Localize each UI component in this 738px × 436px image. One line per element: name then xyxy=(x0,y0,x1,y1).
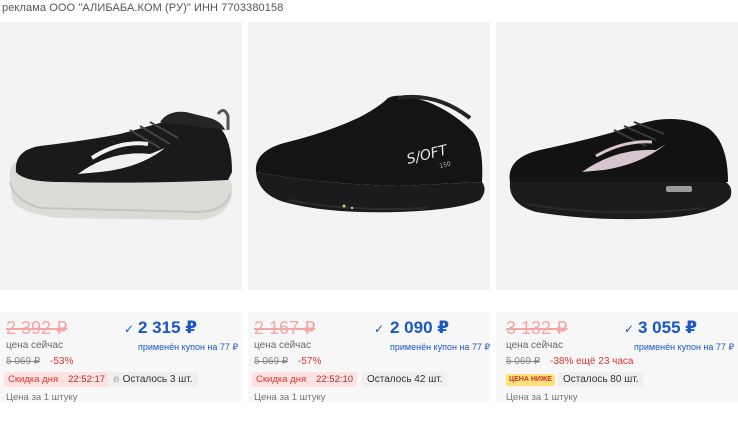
product-card-2[interactable]: S/OFT 150 2 167 ₽ цена сейчас 5 069 ₽ -5… xyxy=(248,22,491,403)
sneaker-image xyxy=(9,109,233,220)
old-price: 2 167 ₽ xyxy=(254,318,316,338)
stock-text: Осталось 42 шт. xyxy=(367,374,443,385)
current-price: 2 315 ₽ xyxy=(138,318,198,337)
per-unit-label: Цена за 1 штуку xyxy=(506,392,578,403)
product-card-3[interactable]: 3 132 ₽ цена сейчас 5 069 ₽ -38% ещё 23 … xyxy=(496,22,738,403)
lower-price-badge: ЦЕНА НИЖЕ xyxy=(506,374,555,386)
base-price: 5 069 ₽ xyxy=(506,356,541,367)
old-price: 2 392 ₽ xyxy=(6,318,68,338)
stock-badge: Осталось 80 шт. xyxy=(558,372,644,387)
product-info-3: 3 132 ₽ цена сейчас 5 069 ₽ -38% ещё 23 … xyxy=(496,312,738,403)
stock-badge: 🔥︎ Осталось 3 шт. xyxy=(108,372,198,387)
check-icon: ✓ xyxy=(374,322,385,336)
current-price: 3 055 ₽ xyxy=(638,318,698,337)
base-price: 5 069 ₽ xyxy=(6,356,41,367)
stock-text: Осталось 80 шт. xyxy=(563,374,639,385)
current-price-label: цена сейчас xyxy=(254,340,311,351)
current-price-label: цена сейчас xyxy=(506,340,563,351)
base-price: 5 069 ₽ xyxy=(254,356,289,367)
deal-label: Скидка дня xyxy=(8,374,59,385)
product-image-2[interactable]: S/OFT 150 xyxy=(248,22,490,290)
coupon-applied: применён купон на 77 ₽ xyxy=(138,342,239,352)
product-info-2: 2 167 ₽ цена сейчас 5 069 ₽ -57% Скидка … xyxy=(248,312,491,403)
check-icon: ✓ xyxy=(124,322,135,336)
check-icon: ✓ xyxy=(624,322,635,336)
product-image-1[interactable] xyxy=(0,22,242,290)
deal-timer-badge: Скидка дня 22:52:17 xyxy=(4,372,110,387)
sneaker-image xyxy=(509,119,732,220)
countdown-timer: 22:52:17 xyxy=(68,374,106,385)
deal-timer-badge: Скидка дня 22:52:10 xyxy=(252,372,358,387)
deal-label: Скидка дня xyxy=(256,374,307,385)
per-unit-label: Цена за 1 штуку xyxy=(254,392,326,403)
old-price: 3 132 ₽ xyxy=(506,318,568,338)
coupon-applied: применён купон на 77 ₽ xyxy=(390,342,491,352)
discount-percent: -53% xyxy=(50,356,74,367)
coupon-applied: применён купон на 77 ₽ xyxy=(634,342,735,352)
ad-disclaimer: реклама ООО "АЛИБАБА.КОМ (РУ)" ИНН 77033… xyxy=(2,2,284,14)
fire-icon: 🔥︎ xyxy=(113,374,120,384)
countdown-timer: 22:52:10 xyxy=(316,374,354,385)
sneaker-image: S/OFT 150 xyxy=(255,94,485,213)
stock-text: Осталось 3 шт. xyxy=(122,374,193,385)
product-card-1[interactable]: 2 392 ₽ цена сейчас 5 069 ₽ -53% Скидка … xyxy=(0,22,242,403)
product-info-1: 2 392 ₽ цена сейчас 5 069 ₽ -53% Скидка … xyxy=(0,312,242,403)
discount-percent: -38% ещё 23 часа xyxy=(550,356,634,367)
discount-percent: -57% xyxy=(298,356,322,367)
current-price: 2 090 ₽ xyxy=(390,318,450,337)
current-price-label: цена сейчас xyxy=(6,340,63,351)
stock-badge: Осталось 42 шт. xyxy=(362,372,448,387)
product-image-3[interactable] xyxy=(496,22,738,290)
per-unit-label: Цена за 1 штуку xyxy=(6,392,78,403)
